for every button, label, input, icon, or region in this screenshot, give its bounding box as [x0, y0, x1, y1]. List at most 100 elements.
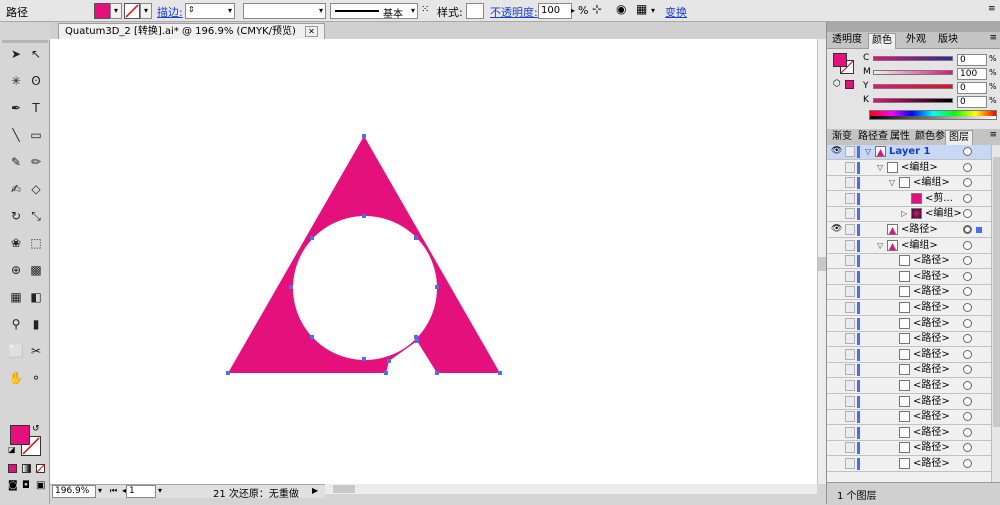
panel-menu-icon[interactable]: ≡	[988, 4, 996, 14]
target-circle-icon[interactable]	[963, 287, 972, 297]
anchor-point[interactable]	[289, 285, 293, 289]
visibility-eye-icon[interactable]	[831, 271, 842, 282]
layer-row[interactable]: <路径>	[827, 285, 991, 301]
visibility-eye-icon[interactable]	[831, 396, 842, 407]
artboard-tool-icon[interactable]: ⬜	[8, 343, 24, 359]
selection-indicator[interactable]	[976, 227, 982, 233]
lock-toggle[interactable]	[845, 286, 855, 298]
layer-row[interactable]: ▽ <编组>	[827, 160, 991, 176]
first-artboard-icon[interactable]: ⏮	[110, 486, 117, 496]
layer-row[interactable]: <路径>	[827, 457, 991, 472]
screen-mode-icon[interactable]: ▣	[36, 480, 45, 491]
visibility-eye-icon[interactable]	[831, 427, 842, 438]
visibility-eye-icon[interactable]	[831, 302, 842, 313]
layer-row[interactable]: <路径>	[827, 379, 991, 394]
anchor-point[interactable]	[435, 371, 439, 375]
layers-scrollbar[interactable]	[991, 145, 1000, 482]
layer-row[interactable]: 👁 <路径>	[827, 223, 991, 238]
visibility-eye-icon[interactable]	[831, 193, 842, 204]
target-circle-icon[interactable]	[963, 318, 972, 328]
eraser-tool-icon[interactable]: ◇	[28, 181, 44, 197]
channel-slider-k[interactable]	[873, 98, 953, 103]
layers-list[interactable]: 👁 ▽ Layer 1 ▽ <编组> ▽ <编组> <剪... ▷ <编组> 👁 <路径> ▽ <编组> <…	[827, 145, 991, 482]
target-circle-icon[interactable]	[963, 193, 972, 203]
out-of-gamut-icon[interactable]: ⬡	[833, 79, 841, 89]
layer-row[interactable]: ▷ <编组>	[827, 207, 991, 223]
recolor-icon[interactable]: ⁙	[421, 4, 429, 15]
panel-menu-icon[interactable]: ≡	[989, 33, 997, 43]
anchor-point[interactable]	[414, 236, 418, 240]
target-circle-icon[interactable]	[963, 365, 972, 375]
target-circle-icon[interactable]	[963, 147, 972, 156]
close-icon[interactable]: ✕	[305, 26, 318, 37]
stroke-dropdown[interactable]: ▾	[140, 3, 152, 19]
layer-row[interactable]: <路径>	[827, 254, 991, 270]
paintbrush-tool-icon[interactable]: ✎	[8, 154, 24, 170]
target-circle-icon[interactable]	[963, 256, 972, 266]
layer-row[interactable]: <路径>	[827, 363, 991, 379]
none-mode-icon[interactable]	[36, 464, 45, 473]
gamut-swatch[interactable]	[845, 80, 854, 89]
lock-toggle[interactable]	[845, 302, 855, 313]
color-spectrum[interactable]	[869, 110, 997, 120]
lock-toggle[interactable]	[845, 270, 855, 282]
transform-link[interactable]: 变换	[665, 4, 687, 20]
lock-toggle[interactable]	[845, 348, 855, 360]
lock-toggle[interactable]	[845, 333, 855, 345]
target-circle-icon[interactable]	[963, 349, 972, 359]
isolate-icon[interactable]: ◉	[616, 2, 626, 16]
vertical-scroll-thumb[interactable]	[818, 257, 826, 271]
swap-colors-icon[interactable]: ↺	[32, 424, 40, 434]
artboard-number-field[interactable]: 1	[126, 485, 156, 498]
selection-tool-icon[interactable]: ➤	[8, 46, 24, 62]
lock-toggle[interactable]	[845, 146, 855, 157]
horizontal-scrollbar[interactable]	[325, 484, 817, 494]
lock-toggle[interactable]	[845, 192, 855, 204]
visibility-eye-icon[interactable]	[831, 333, 842, 344]
channel-slider-m[interactable]	[873, 70, 953, 75]
scale-tool-icon[interactable]: ⤡	[28, 208, 44, 224]
gradient-mode-icon[interactable]	[22, 464, 31, 473]
visibility-eye-icon[interactable]	[831, 411, 842, 422]
visibility-eye-icon[interactable]	[831, 162, 842, 173]
channel-value-k[interactable]: 0	[957, 96, 987, 108]
chevron-down-icon[interactable]: ▾	[158, 486, 162, 495]
channel-value-m[interactable]: 100	[957, 68, 987, 80]
layer-row[interactable]: <路径>	[827, 332, 991, 348]
tab-layout[interactable]: 版块	[935, 33, 961, 48]
tab-color-guide[interactable]: 颜色参	[912, 130, 948, 145]
lock-toggle[interactable]	[845, 458, 855, 469]
tab-transparency[interactable]: 透明度	[829, 33, 865, 48]
graph-tool-icon[interactable]: ▮	[28, 316, 44, 332]
lock-toggle[interactable]	[845, 426, 855, 438]
visibility-eye-icon[interactable]	[831, 380, 842, 391]
layer-row-top[interactable]: 👁 ▽ Layer 1	[827, 145, 991, 160]
lock-toggle[interactable]	[845, 442, 855, 454]
visibility-eye-icon[interactable]	[831, 442, 842, 453]
visibility-eye-icon[interactable]	[831, 349, 842, 360]
artwork[interactable]	[50, 39, 817, 484]
brush-definition[interactable]: 基本 ▾	[330, 3, 418, 20]
reference-point-icon[interactable]: ▦	[636, 2, 647, 16]
slice-tool-icon[interactable]: ✂	[28, 343, 44, 359]
target-circle-icon[interactable]	[963, 459, 972, 468]
tab-layers[interactable]: 图层	[945, 130, 973, 146]
lock-toggle[interactable]	[845, 364, 855, 376]
pen-tool-icon[interactable]: ✒	[8, 100, 24, 116]
target-circle-icon[interactable]	[963, 271, 972, 281]
zoom-tool-icon[interactable]: ⚬	[28, 370, 44, 386]
target-circle-icon[interactable]	[963, 427, 972, 437]
anchor-point[interactable]	[362, 214, 366, 218]
target-circle-icon[interactable]	[963, 381, 972, 390]
gradient-tool-icon[interactable]: ◧	[28, 289, 44, 305]
anchor-point[interactable]	[362, 134, 366, 138]
artboard-canvas[interactable]	[50, 39, 817, 484]
layer-row[interactable]: <路径>	[827, 410, 991, 426]
anchor-point[interactable]	[310, 335, 314, 339]
expand-triangle-icon[interactable]: ▽	[877, 163, 883, 173]
chevron-down-icon[interactable]: ▾	[98, 486, 102, 495]
lock-toggle[interactable]	[845, 317, 855, 329]
anchor-point[interactable]	[362, 357, 366, 361]
lock-toggle[interactable]	[845, 161, 855, 173]
visibility-eye-icon[interactable]: 👁	[831, 224, 842, 235]
